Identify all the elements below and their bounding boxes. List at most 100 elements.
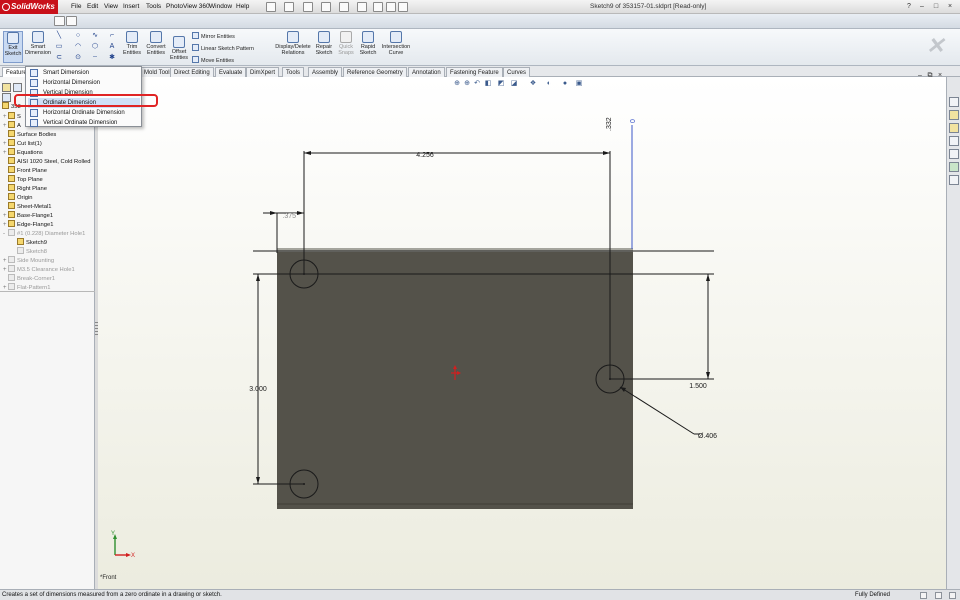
intersection-curve-button[interactable]: Intersection Curve <box>380 31 412 56</box>
tree-item[interactable]: - #1 (0.228) Diameter Hole1 <box>3 229 85 238</box>
sketch-fillet-icon[interactable]: ⌐ <box>108 32 116 40</box>
save-icon[interactable] <box>303 2 313 12</box>
open-folder-icon[interactable] <box>284 2 294 12</box>
menu-tools[interactable]: Tools <box>146 3 161 10</box>
options-icon[interactable] <box>386 2 396 12</box>
tree-item[interactable]: Sketch8 <box>12 247 47 256</box>
display-delete-relations-button[interactable]: Display/Delete Relations <box>274 31 312 56</box>
tab-curves[interactable]: Curves <box>503 67 531 77</box>
tab-annotation[interactable]: Annotation <box>408 67 445 77</box>
dim-text-375[interactable]: .375 <box>282 213 296 220</box>
dim-text-1500[interactable]: 1.500 <box>689 383 707 390</box>
dim-text-ordinate-zero[interactable]: 0 <box>630 119 637 123</box>
menu-edit[interactable]: Edit <box>87 3 98 10</box>
tree-item-partial-1[interactable]: + S <box>3 112 21 121</box>
sketch-graph-icon[interactable] <box>66 16 77 26</box>
close-window-icon[interactable]: × <box>946 2 954 11</box>
tab-evaluate[interactable]: Evaluate <box>215 67 247 77</box>
tree-item[interactable]: Front Plane <box>3 166 47 175</box>
graphics-area[interactable]: ⊕ ⊕ ↶ ◧ ◩ ◪ ❖ ◐ ● ▣ – ⧉ × 4.256 .375 1.5… <box>98 72 946 589</box>
solidworks-logo[interactable]: SolidWorks <box>0 0 58 14</box>
tree-item[interactable]: Break-Corner1 <box>3 274 55 283</box>
tree-item[interactable]: + M3.5 Clearance Hole1 <box>3 265 75 274</box>
point-icon[interactable]: ✱ <box>108 54 116 62</box>
menu-photoview[interactable]: PhotoView 360 <box>166 3 210 10</box>
repair-sketch-button[interactable]: Repair Sketch <box>313 31 335 56</box>
smart-dimension-button[interactable]: Smart Dimension <box>25 31 51 56</box>
select-icon[interactable] <box>357 2 367 12</box>
tab-direct-editing[interactable]: Direct Editing <box>170 67 214 77</box>
undo-icon[interactable] <box>339 2 349 12</box>
arc-icon[interactable]: ◠ <box>74 43 82 51</box>
dropdown-item[interactable]: Horizontal Dimension <box>28 78 140 88</box>
solidworks-resources-icon[interactable] <box>949 97 959 107</box>
menu-window[interactable]: Window <box>209 3 232 10</box>
sheet-metal-plate[interactable] <box>277 252 633 509</box>
help-status-icon[interactable] <box>949 592 956 599</box>
text-icon[interactable]: A <box>108 43 116 51</box>
dim-text-4256[interactable]: 4.256 <box>416 152 434 159</box>
print-icon[interactable] <box>321 2 331 12</box>
file-properties-icon[interactable] <box>398 2 408 12</box>
tab-tools[interactable]: Tools <box>282 67 305 77</box>
units-icon[interactable] <box>935 592 942 599</box>
line-icon[interactable]: ╲ <box>55 32 63 40</box>
tree-item[interactable]: + Side Mounting <box>3 256 54 265</box>
rebuild-status-icon[interactable] <box>920 592 927 599</box>
move-entities-button[interactable]: Move Entities <box>192 56 234 64</box>
convert-entities-button[interactable]: Convert Entities <box>144 31 168 56</box>
rebuild-icon[interactable] <box>373 2 383 12</box>
tab-assembly[interactable]: Assembly <box>308 67 343 77</box>
design-library-icon[interactable] <box>949 110 959 120</box>
dim-text-ordinate-332[interactable]: .332 <box>606 117 613 131</box>
tree-item[interactable]: Top Plane <box>3 175 43 184</box>
menu-help[interactable]: Help <box>236 3 249 10</box>
search-icon[interactable] <box>949 136 959 146</box>
sketch-mode-icon[interactable] <box>54 16 65 26</box>
tree-item[interactable]: Right Plane <box>3 184 47 193</box>
dropdown-item[interactable]: Vertical Ordinate Dimension <box>28 118 140 128</box>
tree-item[interactable]: + Equations <box>3 148 43 157</box>
tree-item[interactable]: + Edge-Flange1 <box>3 220 53 229</box>
restore-window-icon[interactable]: □ <box>932 2 940 11</box>
tab-dimxpert[interactable]: DimXpert <box>246 67 280 77</box>
dim-text-3000[interactable]: 3.000 <box>249 386 267 393</box>
circle-icon[interactable]: ○ <box>74 32 82 40</box>
filter-icon[interactable] <box>2 93 11 102</box>
custom-properties-icon[interactable] <box>949 175 959 185</box>
view-palette-icon[interactable] <box>949 149 959 159</box>
minimize-window-icon[interactable]: – <box>918 2 926 11</box>
tree-item[interactable]: Sheet-Metal1 <box>3 202 51 211</box>
linear-sketch-pattern-button[interactable]: Linear Sketch Pattern <box>192 44 254 52</box>
tree-item[interactable]: Sketch9 <box>12 238 47 247</box>
spline-icon[interactable]: ∿ <box>91 32 99 40</box>
tree-item[interactable]: Surface Bodies <box>3 130 56 139</box>
tab-fastening-feature[interactable]: Fastening Feature <box>446 67 503 77</box>
ellipse-icon[interactable]: ⊙ <box>74 54 82 62</box>
tree-item[interactable]: + Base-Flange1 <box>3 211 53 220</box>
help-question-icon[interactable]: ? <box>905 2 913 11</box>
menu-view[interactable]: View <box>104 3 118 10</box>
new-document-icon[interactable] <box>266 2 276 12</box>
mirror-entities-button[interactable]: Mirror Entities <box>192 32 235 40</box>
tab-reference-geometry[interactable]: Reference Geometry <box>343 67 407 77</box>
offset-entities-button[interactable]: Offset Entities <box>169 36 189 61</box>
sketch-drawing[interactable]: 4.256 .375 1.500 3.000 Ø.406 .332 0 Y X <box>98 77 946 589</box>
tree-item-partial-2[interactable]: + A <box>3 121 21 130</box>
trim-entities-button[interactable]: Trim Entities <box>121 31 143 56</box>
tree-item[interactable]: + Cut list(1) <box>3 139 42 148</box>
feature-manager-icon[interactable] <box>2 83 11 92</box>
rapid-sketch-button[interactable]: Rapid Sketch <box>357 31 379 56</box>
dropdown-item[interactable]: Horizontal Ordinate Dimension <box>28 108 140 118</box>
exit-sketch-button[interactable]: Exit Sketch <box>3 31 23 63</box>
quick-snaps-button[interactable]: Quick Snaps <box>336 31 356 56</box>
slot-icon[interactable]: ⊂ <box>55 54 63 62</box>
menu-file[interactable]: File <box>71 3 81 10</box>
polygon-icon[interactable]: ⬡ <box>91 43 99 51</box>
appearances-icon[interactable] <box>949 162 959 172</box>
tree-item[interactable]: AISI 1020 Steel, Cold Rolled <box>3 157 90 166</box>
dim-text-diameter[interactable]: Ø.406 <box>698 433 717 440</box>
tree-item[interactable]: Origin <box>3 193 32 202</box>
property-manager-icon[interactable] <box>13 83 22 92</box>
file-explorer-icon[interactable] <box>949 123 959 133</box>
